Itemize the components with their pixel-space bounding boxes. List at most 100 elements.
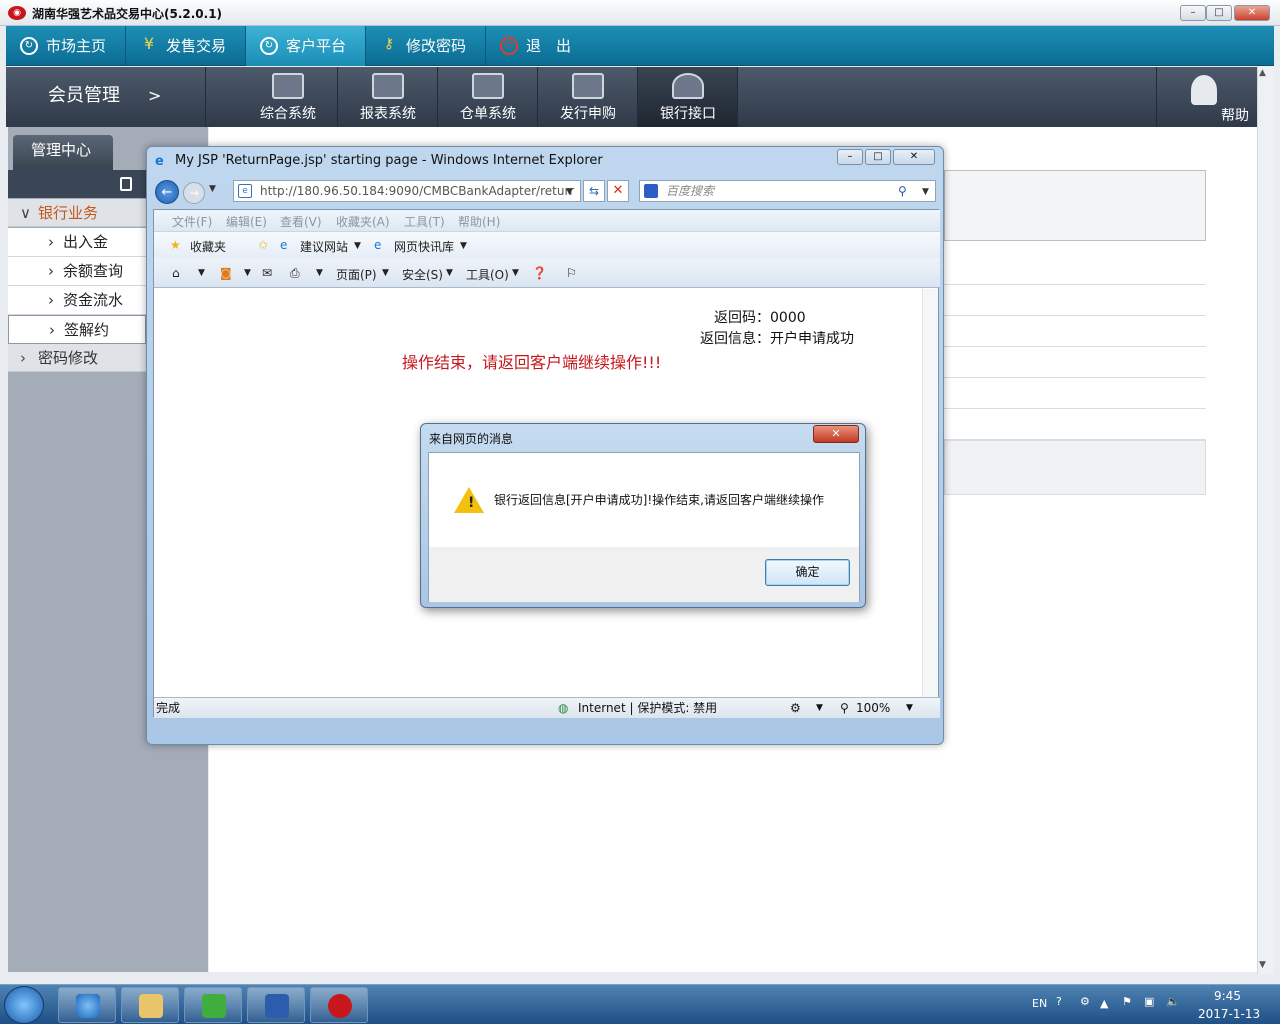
start-button[interactable]	[4, 986, 44, 1024]
nav-sell-trade[interactable]: ¥ 发售交易	[126, 26, 246, 66]
menu-help[interactable]: 帮助(H)	[458, 213, 500, 230]
menu-tools[interactable]: 工具(T)	[404, 213, 445, 230]
search-input[interactable]: 百度搜索 ⚲ ▼	[639, 180, 936, 202]
network-tray-icon[interactable]: ▣	[1144, 995, 1154, 1008]
flag-icon[interactable]: ⚑	[1122, 995, 1132, 1008]
network-icon	[202, 994, 226, 1018]
chevron-down-icon[interactable]: ▼	[316, 268, 323, 278]
ie-close-button[interactable]: ✕	[893, 149, 935, 165]
chevron-right-icon[interactable]: >	[148, 67, 161, 125]
clock-time[interactable]: 9:45	[1214, 989, 1241, 1003]
menu-edit[interactable]: 编辑(E)	[226, 213, 267, 230]
refresh-icon[interactable]: ⇆	[583, 180, 605, 202]
ok-button[interactable]: 确定	[765, 559, 850, 586]
mail-icon[interactable]: ✉	[262, 266, 272, 280]
dialog-body: ! 银行返回信息[开户申请成功]!操作结束,请返回客户端继续操作 确定	[428, 452, 860, 602]
warehouse-icon	[472, 73, 504, 99]
menu-view[interactable]: 查看(V)	[280, 213, 322, 230]
minimize-button[interactable]: –	[1180, 5, 1206, 21]
nav-label: 市场主页	[46, 37, 107, 55]
safety-menu[interactable]: 安全(S)	[402, 266, 443, 283]
sidebar-header	[8, 170, 146, 198]
chevron-down-icon[interactable]: ▼	[446, 268, 453, 278]
tab-management-center[interactable]: 管理中心	[13, 135, 113, 171]
chevron-down-icon[interactable]: ▼	[209, 184, 216, 194]
language-indicator[interactable]: EN	[1032, 997, 1047, 1010]
menu-file[interactable]: 文件(F)	[172, 213, 212, 230]
taskbar-ie[interactable]	[58, 987, 116, 1023]
sidebar-item-fund-flow[interactable]: › 资金流水	[8, 286, 146, 315]
page-menu[interactable]: 页面(P)	[336, 266, 377, 283]
help-icon[interactable]: ❓	[532, 266, 547, 280]
subnav-warehouse-system[interactable]: 仓单系统	[438, 67, 538, 127]
chevron-down-icon[interactable]: ▼	[566, 182, 573, 201]
chevron-down-icon[interactable]: ▼	[816, 698, 823, 718]
help-icon[interactable]: ?	[1056, 995, 1062, 1008]
sidebar-group-password[interactable]: › 密码修改	[8, 344, 146, 372]
address-bar[interactable]: e http://180.96.50.184:9090/CMBCBankAdap…	[233, 180, 581, 202]
research-icon[interactable]: ⚐	[566, 266, 577, 280]
stop-icon[interactable]: ✕	[607, 180, 629, 202]
subnav-issue-subscribe[interactable]: 发行申购	[538, 67, 638, 127]
scroll-down-icon[interactable]: ▼	[1259, 960, 1266, 970]
tray-settings-icon[interactable]: ⚙	[1080, 995, 1090, 1008]
message-dialog: 来自网页的消息 ✕ ! 银行返回信息[开户申请成功]!操作结束,请返回客户端继续…	[420, 423, 866, 608]
gear-icon[interactable]: ⚙	[790, 698, 801, 718]
table-row	[944, 285, 1206, 316]
zoom-level[interactable]: 100%	[856, 698, 890, 718]
section-title[interactable]: 会员管理	[6, 67, 206, 127]
print-icon[interactable]: ⎙	[290, 266, 300, 281]
suggested-sites-button[interactable]: 建议网站	[300, 238, 348, 255]
dialog-close-button[interactable]: ✕	[813, 425, 859, 443]
clock-date[interactable]: 2017-1-13	[1198, 1007, 1260, 1021]
taskbar-explorer[interactable]	[121, 987, 179, 1023]
chevron-down-icon[interactable]: ▼	[512, 268, 519, 278]
key-icon: ⚷	[383, 36, 395, 52]
nav-label: 退 出	[526, 37, 572, 55]
chevron-down-icon[interactable]: ▼	[382, 268, 389, 278]
favorites-button[interactable]: 收藏夹	[190, 238, 226, 255]
search-icon[interactable]: ⚲	[898, 181, 907, 201]
chevron-up-icon[interactable]: ▲	[1100, 997, 1108, 1010]
sidebar-item-deposit-withdraw[interactable]: › 出入金	[8, 228, 146, 257]
chevron-down-icon[interactable]: ▼	[460, 241, 467, 251]
sidebar-item-balance[interactable]: › 余额查询	[8, 257, 146, 286]
chevron-down-icon[interactable]: ▼	[244, 268, 251, 278]
subnav-general-system[interactable]: 综合系统	[238, 67, 338, 127]
sidebar-item-sign-contract[interactable]: › 签解约	[8, 315, 146, 344]
tools-menu[interactable]: 工具(O)	[466, 266, 509, 283]
web-slice-gallery-button[interactable]: 网页快讯库	[394, 238, 454, 255]
windows-stack-icon	[272, 73, 304, 99]
maximize-button[interactable]: □	[1206, 5, 1232, 21]
ie-maximize-button[interactable]: □	[865, 149, 891, 165]
trading-app-icon	[328, 994, 352, 1018]
chevron-down-icon[interactable]: ▼	[198, 268, 205, 278]
chevron-down-icon[interactable]: ▼	[922, 182, 929, 202]
taskbar-word[interactable]	[247, 987, 305, 1023]
scroll-up-icon[interactable]: ▲	[1259, 68, 1266, 78]
ie-minimize-button[interactable]: –	[837, 149, 863, 165]
nav-market-home[interactable]: ↻ 市场主页	[6, 26, 126, 66]
volume-icon[interactable]: 🔈	[1166, 995, 1180, 1008]
rss-icon[interactable]: ◙	[220, 266, 232, 280]
nav-change-password[interactable]: ⚷ 修改密码	[366, 26, 486, 66]
forward-arrow-icon[interactable]: →	[183, 182, 205, 204]
add-favorite-icon[interactable]: ✩	[258, 238, 268, 252]
menu-favorites[interactable]: 收藏夹(A)	[336, 213, 390, 230]
subnav-bank-interface[interactable]: 银行接口	[638, 67, 738, 127]
back-arrow-icon[interactable]: ←	[155, 180, 179, 204]
nav-logout[interactable]: ⏻ 退 出	[486, 26, 606, 66]
word-icon	[265, 994, 289, 1018]
sidebar-group-bank[interactable]: ∨ 银行业务	[8, 199, 146, 227]
nav-client-platform[interactable]: ↻ 客户平台	[246, 26, 366, 66]
subnav-report-system[interactable]: 报表系统	[338, 67, 438, 127]
taskbar-trading-app[interactable]	[310, 987, 368, 1023]
chevron-down-icon[interactable]: ▼	[906, 698, 913, 718]
home-icon[interactable]: ⌂	[172, 266, 180, 280]
taskbar-network-app[interactable]	[184, 987, 242, 1023]
close-button[interactable]: ✕	[1234, 5, 1270, 21]
refresh-tool-icon[interactable]	[120, 177, 132, 191]
main-scrollbar[interactable]	[1257, 66, 1274, 974]
page-scrollbar[interactable]	[922, 289, 938, 697]
chevron-down-icon[interactable]: ▼	[354, 241, 361, 251]
